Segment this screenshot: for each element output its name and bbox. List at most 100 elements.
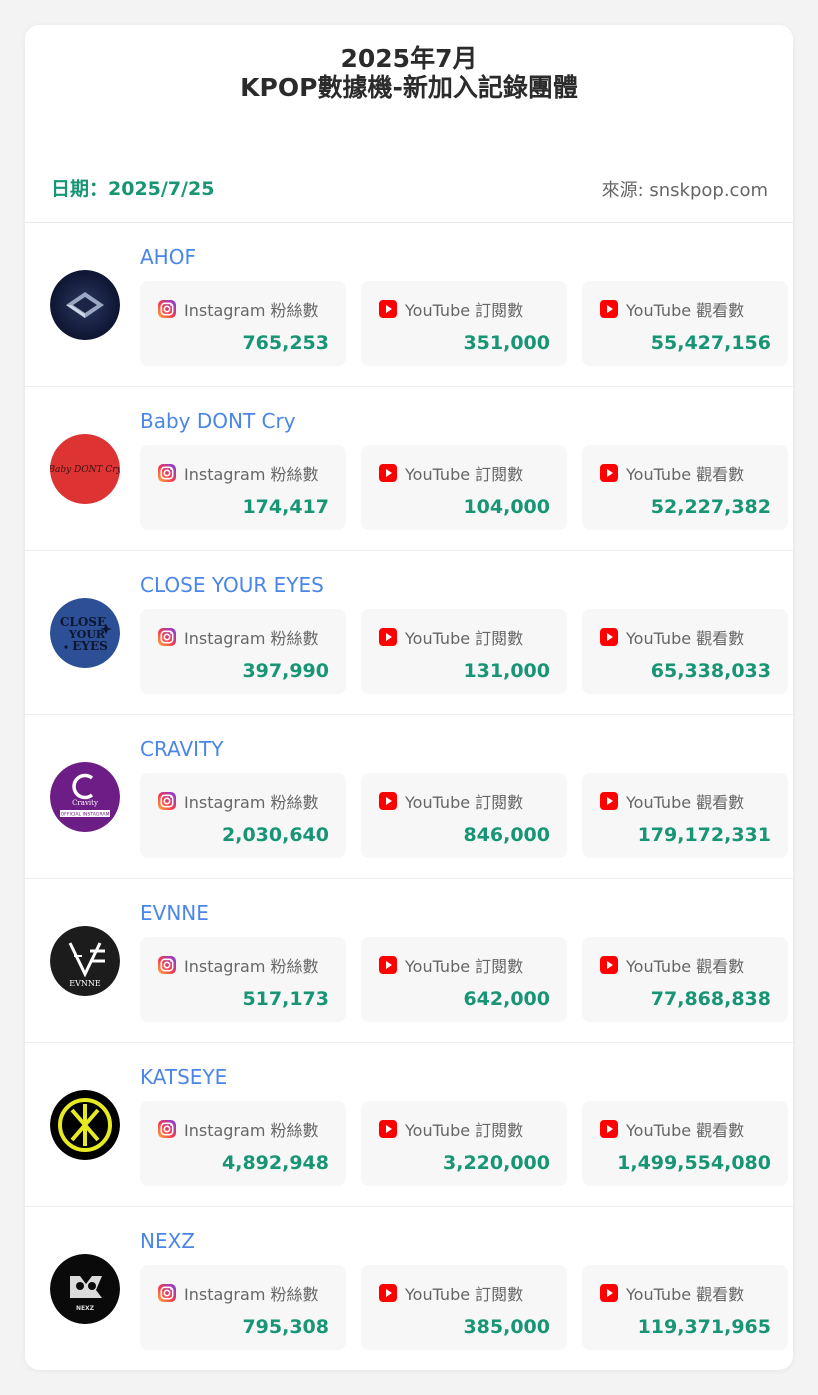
stat-label: Instagram 粉絲數 (184, 465, 319, 484)
instagram-icon (157, 1283, 184, 1303)
page-title: 2025年7月 KPOP數據機-新加入記錄團體 (25, 25, 793, 165)
group-list: AHOF Instagram 粉絲數 765,253 YouTube 訂閱數 3… (25, 223, 793, 1370)
group-name[interactable]: AHOF (140, 245, 196, 269)
youtube-icon (378, 1119, 405, 1139)
stat-value: 2,030,640 (222, 824, 329, 846)
close-your-eyes-logo: CLOSE YOUR EYES (50, 598, 120, 668)
source-label: 來源: snskpop.com (601, 180, 768, 201)
stat-value: 385,000 (463, 1316, 550, 1338)
stat-value: 55,427,156 (650, 332, 771, 354)
nexz-logo: NEXZ (50, 1254, 120, 1324)
group-name[interactable]: KATSEYE (140, 1065, 227, 1089)
instagram-icon (157, 955, 184, 975)
stat-value: 351,000 (463, 332, 550, 354)
title-line-2: KPOP數據機-新加入記錄團體 (240, 73, 578, 102)
svg-text:EYES: EYES (72, 639, 108, 653)
stat-youtube-subscribers: YouTube 訂閱數 3,220,000 (361, 1101, 567, 1186)
stat-youtube-views: YouTube 觀看數 179,172,331 (582, 773, 788, 858)
youtube-icon (378, 463, 405, 483)
youtube-icon (599, 1283, 626, 1303)
group-row: CLOSE YOUR EYES CLOSE YOUR EYES Instagram … (25, 551, 793, 715)
youtube-icon (599, 955, 626, 975)
stat-youtube-views: YouTube 觀看數 1,499,554,080 (582, 1101, 788, 1186)
group-row: AHOF Instagram 粉絲數 765,253 YouTube 訂閱數 3… (25, 223, 793, 387)
stat-value: 119,371,965 (637, 1316, 771, 1338)
stat-label: YouTube 訂閱數 (405, 957, 524, 976)
stat-youtube-views: YouTube 觀看數 119,371,965 (582, 1265, 788, 1350)
stat-label: YouTube 觀看數 (626, 629, 745, 648)
youtube-icon (378, 1283, 405, 1303)
stat-value: 65,338,033 (650, 660, 771, 682)
stat-instagram-followers: Instagram 粉絲數 517,173 (140, 937, 346, 1022)
group-name[interactable]: CRAVITY (140, 737, 223, 761)
stats-container: Instagram 粉絲數 2,030,640 YouTube 訂閱數 846,… (140, 773, 788, 858)
youtube-icon (378, 627, 405, 647)
instagram-icon (157, 463, 184, 483)
stat-youtube-subscribers: YouTube 訂閱數 385,000 (361, 1265, 567, 1350)
stat-value: 52,227,382 (650, 496, 771, 518)
stat-label: YouTube 訂閱數 (405, 301, 524, 320)
stat-value: 174,417 (242, 496, 329, 518)
stats-container: Instagram 粉絲數 517,173 YouTube 訂閱數 642,00… (140, 937, 788, 1022)
stat-value: 104,000 (463, 496, 550, 518)
stats-container: Instagram 粉絲數 765,253 YouTube 訂閱數 351,00… (140, 281, 788, 366)
katseye-logo (50, 1090, 120, 1160)
instagram-icon (157, 299, 184, 319)
stat-instagram-followers: Instagram 粉絲數 397,990 (140, 609, 346, 694)
ahof-logo (50, 270, 120, 340)
stat-label: YouTube 訂閱數 (405, 465, 524, 484)
group-name[interactable]: NEXZ (140, 1229, 195, 1253)
youtube-icon (599, 299, 626, 319)
svg-text:EVNNE: EVNNE (69, 979, 101, 988)
stat-value: 397,990 (242, 660, 329, 682)
stats-container: Instagram 粉絲數 795,308 YouTube 訂閱數 385,00… (140, 1265, 788, 1350)
stat-youtube-subscribers: YouTube 訂閱數 846,000 (361, 773, 567, 858)
stat-instagram-followers: Instagram 粉絲數 795,308 (140, 1265, 346, 1350)
group-row: NEXZ NEXZ Instagram 粉絲數 795,308 YouTube … (25, 1207, 793, 1370)
stat-value: 1,499,554,080 (617, 1152, 771, 1174)
stat-label: Instagram 粉絲數 (184, 629, 319, 648)
youtube-icon (599, 463, 626, 483)
stat-label: Instagram 粉絲數 (184, 793, 319, 812)
stat-youtube-views: YouTube 觀看數 55,427,156 (582, 281, 788, 366)
stat-label: YouTube 訂閱數 (405, 1285, 524, 1304)
svg-text:Cravity: Cravity (72, 799, 98, 807)
instagram-icon (157, 791, 184, 811)
group-row: Baby DONT Cry Baby DONT Cry Instagram 粉絲… (25, 387, 793, 551)
youtube-icon (599, 1119, 626, 1139)
stat-value: 642,000 (463, 988, 550, 1010)
stat-value: 517,173 (242, 988, 329, 1010)
stat-label: YouTube 觀看數 (626, 1285, 745, 1304)
stat-value: 765,253 (242, 332, 329, 354)
stat-label: Instagram 粉絲數 (184, 957, 319, 976)
meta-bar: 日期：2025/7/25 來源: snskpop.com (25, 165, 793, 223)
stat-label: YouTube 訂閱數 (405, 793, 524, 812)
youtube-icon (599, 791, 626, 811)
youtube-icon (378, 299, 405, 319)
group-name[interactable]: EVNNE (140, 901, 209, 925)
svg-text:NEXZ: NEXZ (76, 1305, 95, 1312)
stat-value: 846,000 (463, 824, 550, 846)
main-card: 2025年7月 KPOP數據機-新加入記錄團體 日期：2025/7/25 來源:… (25, 25, 793, 1370)
cravity-logo: Cravity OFFICIAL INSTAGRAM (50, 762, 120, 832)
instagram-icon (157, 1119, 184, 1139)
stat-label: YouTube 訂閱數 (405, 629, 524, 648)
stat-youtube-views: YouTube 觀看數 52,227,382 (582, 445, 788, 530)
title-line-1: 2025年7月 (340, 44, 478, 73)
svg-text:CLOSE: CLOSE (60, 615, 106, 629)
stat-youtube-views: YouTube 觀看數 77,868,838 (582, 937, 788, 1022)
stat-youtube-subscribers: YouTube 訂閱數 131,000 (361, 609, 567, 694)
stat-value: 3,220,000 (443, 1152, 550, 1174)
group-name[interactable]: Baby DONT Cry (140, 409, 296, 433)
stats-container: Instagram 粉絲數 174,417 YouTube 訂閱數 104,00… (140, 445, 788, 530)
svg-text:Baby DONT Cry: Baby DONT Cry (50, 465, 120, 475)
stat-value: 77,868,838 (650, 988, 771, 1010)
stat-youtube-subscribers: YouTube 訂閱數 351,000 (361, 281, 567, 366)
group-name[interactable]: CLOSE YOUR EYES (140, 573, 324, 597)
stat-label: YouTube 觀看數 (626, 1121, 745, 1140)
stat-youtube-views: YouTube 觀看數 65,338,033 (582, 609, 788, 694)
stat-label: YouTube 訂閱數 (405, 1121, 524, 1140)
group-row: Cravity OFFICIAL INSTAGRAM CRAVITY Instag… (25, 715, 793, 879)
youtube-icon (378, 955, 405, 975)
baby-dont-cry-logo: Baby DONT Cry (50, 434, 120, 504)
